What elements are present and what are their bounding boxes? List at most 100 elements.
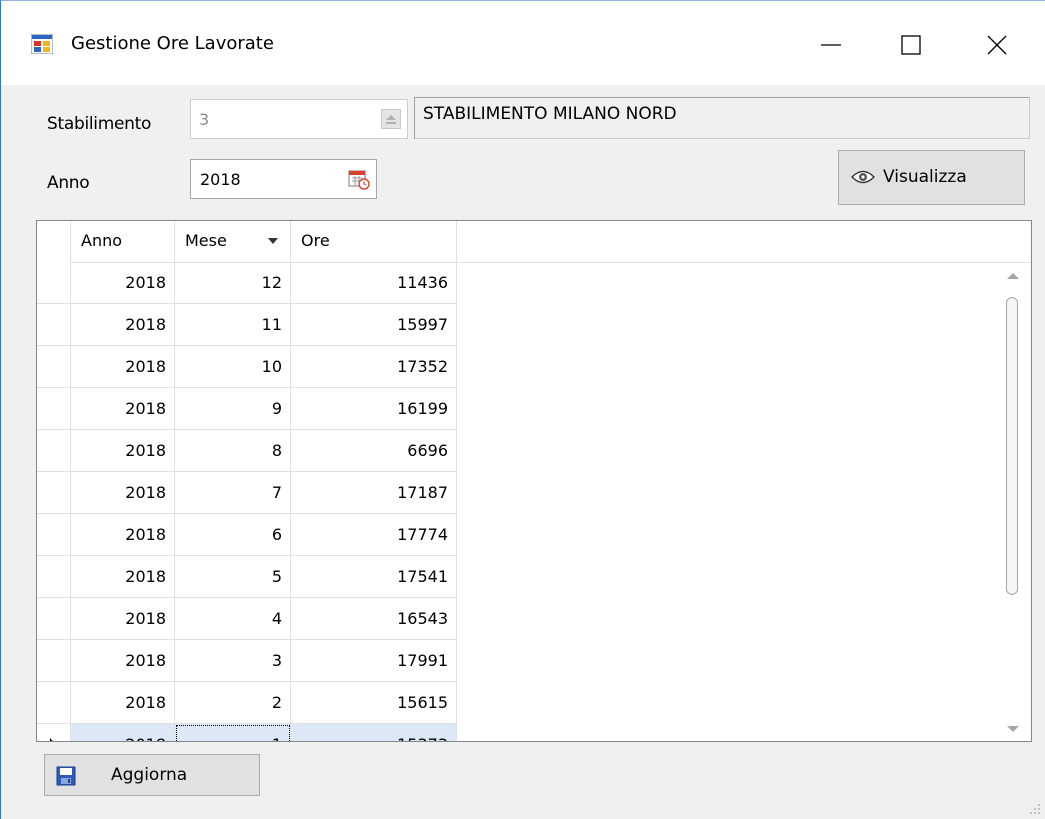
row-header[interactable] [37,388,71,430]
cell-anno[interactable]: 2018 [71,304,175,346]
cell-ore[interactable]: 16543 [291,598,457,640]
ore-data-grid[interactable]: Anno Mese Ore 2018 12 11436 2018 11 1599… [36,220,1032,742]
table-row[interactable]: 2018 3 17991 [37,640,457,682]
grid-header: Anno Mese Ore [37,221,1031,263]
cell-anno[interactable]: 2018 [71,472,175,514]
cell-mese[interactable]: 12 [175,262,291,304]
row-header[interactable] [37,598,71,640]
maximize-button[interactable] [881,21,941,69]
table-row[interactable]: 2018 8 6696 [37,430,457,472]
row-header[interactable] [37,262,71,304]
calendar-icon[interactable] [348,168,370,190]
cell-ore[interactable]: 6696 [291,430,457,472]
table-row[interactable]: 2018 6 17774 [37,514,457,556]
cell-mese[interactable]: 7 [175,472,291,514]
current-row-indicator-icon [50,738,53,741]
cell-mese[interactable]: 8 [175,430,291,472]
row-header[interactable] [37,682,71,724]
title-bar[interactable]: Gestione Ore Lavorate [1,1,1045,85]
cell-anno[interactable]: 2018 [71,556,175,598]
stabilimento-lookup-button[interactable] [381,109,401,129]
cell-ore[interactable]: 15615 [291,682,457,724]
window-title: Gestione Ore Lavorate [71,33,274,54]
table-row-selected[interactable]: 2018 1 15373 [37,724,457,741]
cell-anno[interactable]: 2018 [71,262,175,304]
cell-mese[interactable]: 9 [175,388,291,430]
vertical-scrollbar[interactable] [997,263,1031,741]
table-row[interactable]: 2018 10 17352 [37,346,457,388]
scroll-up-icon[interactable] [1007,273,1019,279]
column-header-mese[interactable]: Mese [175,221,291,262]
cell-anno[interactable]: 2018 [71,514,175,556]
cell-mese[interactable]: 11 [175,304,291,346]
column-header-ore[interactable]: Ore [291,221,457,262]
cell-ore[interactable]: 17352 [291,346,457,388]
cell-anno[interactable]: 2018 [71,430,175,472]
cell-ore[interactable]: 17991 [291,640,457,682]
cell-mese[interactable]: 10 [175,346,291,388]
cell-ore[interactable]: 17541 [291,556,457,598]
app-window-icon [31,34,53,54]
column-header-label: Ore [301,231,330,250]
row-header[interactable] [37,430,71,472]
table-row[interactable]: 2018 11 15997 [37,304,457,346]
maximize-icon [901,35,921,55]
cell-mese[interactable]: 1 [175,724,291,741]
stabilimento-label: Stabilimento [47,114,152,134]
scroll-thumb[interactable] [1006,297,1018,595]
cell-anno[interactable]: 2018 [71,724,175,741]
visualizza-button[interactable]: Visualizza [838,150,1025,205]
stabilimento-field[interactable]: 3 [190,99,408,139]
minimize-button[interactable] [801,21,861,69]
table-row[interactable]: 2018 2 15615 [37,682,457,724]
cell-ore[interactable]: 15997 [291,304,457,346]
cell-mese[interactable]: 2 [175,682,291,724]
row-header-current[interactable] [37,724,71,741]
cell-anno[interactable]: 2018 [71,388,175,430]
cell-mese[interactable]: 5 [175,556,291,598]
row-header[interactable] [37,472,71,514]
close-icon [987,35,1007,55]
visualizza-label: Visualizza [883,167,967,187]
row-header-corner[interactable] [37,221,71,262]
table-row[interactable]: 2018 9 16199 [37,388,457,430]
cell-ore[interactable]: 17774 [291,514,457,556]
main-window: Gestione Ore Lavorate Stabilimento 3 STA… [0,0,1045,819]
cell-mese[interactable]: 6 [175,514,291,556]
cell-ore[interactable]: 16199 [291,388,457,430]
cell-ore[interactable]: 17187 [291,472,457,514]
cell-anno[interactable]: 2018 [71,346,175,388]
row-header[interactable] [37,304,71,346]
table-row[interactable]: 2018 7 17187 [37,472,457,514]
row-header[interactable] [37,556,71,598]
cell-anno[interactable]: 2018 [71,682,175,724]
stabilimento-description-text: STABILIMENTO MILANO NORD [423,104,677,124]
stabilimento-value: 3 [199,110,210,129]
cell-anno[interactable]: 2018 [71,640,175,682]
cell-mese[interactable]: 4 [175,598,291,640]
row-header[interactable] [37,640,71,682]
cell-ore[interactable]: 11436 [291,262,457,304]
save-disk-icon [56,766,76,786]
row-header[interactable] [37,346,71,388]
eject-icon [386,115,396,124]
close-button[interactable] [967,21,1027,69]
table-row[interactable]: 2018 4 16543 [37,598,457,640]
resize-grip-icon[interactable] [1027,801,1041,815]
anno-field[interactable]: 2018 [190,159,377,199]
cell-mese[interactable]: 3 [175,640,291,682]
anno-value: 2018 [200,170,241,189]
table-row[interactable]: 2018 12 11436 [37,262,457,304]
column-header-label: Anno [81,231,123,250]
sort-descending-icon [268,238,278,244]
cell-ore[interactable]: 15373 [291,724,457,741]
scroll-down-icon[interactable] [1007,726,1019,732]
cell-anno[interactable]: 2018 [71,598,175,640]
aggiorna-label: Aggiorna [111,765,188,785]
row-header[interactable] [37,514,71,556]
eye-icon [851,170,875,184]
aggiorna-button[interactable]: Aggiorna [44,754,260,796]
column-header-anno[interactable]: Anno [71,221,175,262]
stabilimento-description: STABILIMENTO MILANO NORD [414,97,1030,139]
table-row[interactable]: 2018 5 17541 [37,556,457,598]
